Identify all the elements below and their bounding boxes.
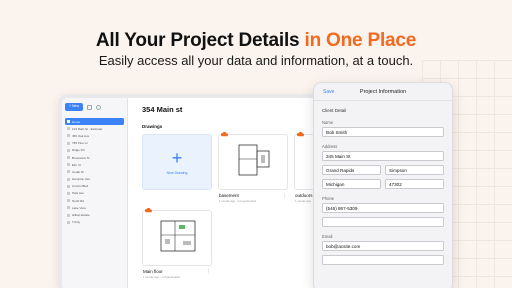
- folder-icon: [67, 163, 70, 167]
- folder-icon: [67, 156, 70, 160]
- folder-icon: [67, 213, 70, 217]
- sidebar-item-label: Ridge Rd: [72, 148, 85, 153]
- zip-field[interactable]: 47302: [385, 179, 444, 189]
- settings-icon[interactable]: [96, 104, 102, 110]
- cloud-upload-icon: [297, 132, 304, 137]
- name-label: Name: [322, 120, 334, 125]
- sidebar-item[interactable]: Lake View: [65, 204, 124, 211]
- sidebar-item[interactable]: Lincoln Blvd: [65, 183, 124, 190]
- sidebar-item[interactable]: Ridge Rd: [65, 147, 124, 154]
- folder-icon: [67, 177, 70, 181]
- cloud-upload-icon: [221, 132, 228, 137]
- sidebar-item-label: Hilltop Estate: [72, 213, 90, 218]
- headline-accent: in One Place: [304, 30, 417, 51]
- name-field[interactable]: Bob Smith: [322, 127, 444, 137]
- folder-icon: [67, 184, 70, 188]
- drawing-card-basement[interactable]: basement 1 minute ago · not geolocated ⋮: [218, 132, 288, 203]
- folder-icon: [67, 206, 70, 210]
- new-drawing-label: New Drawing: [166, 171, 188, 175]
- sidebar-item-label: Park Ave: [72, 191, 84, 196]
- sidebar-item[interactable]: 789 Pine Ln: [65, 140, 124, 147]
- sidebar-item-label: 789 Pine Ln: [72, 141, 89, 146]
- sidebar-item-label: Hampton Ave: [72, 177, 90, 182]
- sidebar-item[interactable]: Hilltop Estate: [65, 211, 124, 218]
- sidebar-item-label: Cedar Dr: [72, 169, 85, 174]
- panel-title: Project Information: [359, 88, 407, 95]
- sidebar-item[interactable]: Home: [65, 118, 124, 126]
- sidebar-item-label: Lake View: [72, 205, 86, 210]
- sidebar-item[interactable]: North Rd: [65, 197, 124, 204]
- page-headline: All Your Project Details in One Place: [0, 30, 512, 52]
- sidebar-item[interactable]: Trinity: [65, 219, 124, 226]
- save-button[interactable]: Save: [323, 89, 334, 95]
- sidebar-item[interactable]: Elm Ct: [65, 161, 124, 168]
- sidebar-item-label: 456 Oak Ave: [72, 133, 90, 138]
- state-field[interactable]: Michigan: [322, 179, 381, 189]
- sidebar-item[interactable]: Cedar Dr: [65, 168, 124, 175]
- sidebar-item-label: North Rd: [72, 198, 85, 203]
- address-label: Address: [322, 144, 338, 149]
- folder-icon: [67, 127, 70, 131]
- card-name: basement: [219, 193, 239, 198]
- phone-label: Phone: [322, 196, 335, 201]
- email-field-secondary[interactable]: [322, 255, 444, 265]
- email-label: Email: [322, 234, 333, 239]
- more-options-icon[interactable]: ⋮: [282, 193, 287, 199]
- folder-icon: [67, 170, 70, 174]
- page-subtitle: Easily access all your data and informat…: [98, 53, 414, 68]
- drawing-card-main-floor[interactable]: Main floor 1 minute ago · not geolocated…: [142, 208, 212, 279]
- card-meta: 1 minute ago · not geolocated: [143, 275, 181, 279]
- folder-icon: [67, 148, 70, 152]
- street-field[interactable]: 345 Main St: [322, 151, 444, 161]
- plus-icon: +: [171, 148, 183, 168]
- sidebar: + New Home 123 Main St - Estimate 456 Oak …: [62, 98, 128, 288]
- client-detail-heading: Client Detail: [322, 108, 347, 113]
- sidebar-item[interactable]: 456 Oak Ave: [65, 132, 124, 139]
- sidebar-item[interactable]: Park Ave: [65, 190, 124, 197]
- headline-main: All Your Project Details: [95, 30, 305, 51]
- folder-icon: [67, 134, 70, 138]
- phone-field-secondary[interactable]: [322, 217, 444, 227]
- sidebar-item[interactable]: 123 Main St - Estimate: [65, 125, 124, 132]
- folder-icon: [67, 220, 70, 224]
- sidebar-project-list: Home 123 Main St - Estimate 456 Oak Ave 789…: [65, 118, 124, 226]
- sidebar-item[interactable]: Hampton Ave: [65, 176, 124, 183]
- sidebar-item[interactable]: Brookview St: [65, 154, 124, 161]
- county-field[interactable]: Simpson: [385, 165, 444, 175]
- sidebar-item-label: Trinity: [72, 220, 81, 225]
- drawings-section-label: Drawings: [142, 124, 163, 129]
- sidebar-item-label: Brookview St: [72, 155, 90, 160]
- folder-icon: [67, 120, 70, 124]
- more-options-icon[interactable]: ⋮: [206, 269, 211, 275]
- panel-header: Save Project Information: [314, 83, 452, 101]
- sidebar-item-label: Elm Ct: [72, 162, 81, 167]
- floor-plan-thumbnail: [160, 220, 196, 252]
- city-field[interactable]: Grand Rapids: [322, 165, 381, 175]
- sidebar-item-label: Lincoln Blvd: [72, 184, 89, 189]
- new-project-button[interactable]: + New: [65, 103, 84, 111]
- folder-icon: [67, 199, 70, 203]
- folder-icon: [67, 141, 70, 145]
- new-drawing-card[interactable]: + New Drawing: [142, 134, 212, 190]
- phone-field[interactable]: (546) 867-5309: [322, 203, 444, 213]
- card-name: outdoors: [295, 193, 313, 198]
- floor-plan-thumbnail: [238, 144, 270, 176]
- card-meta: 1 minute ago · not geolocated: [219, 199, 257, 203]
- email-field[interactable]: bob@acsite.com: [322, 241, 444, 251]
- project-information-panel: Save Project Information Client Detail N…: [313, 82, 453, 288]
- card-name: Main floor: [143, 269, 163, 274]
- sidebar-item-label: 123 Main St - Estimate: [72, 126, 103, 131]
- cloud-upload-icon: [145, 208, 152, 213]
- sidebar-item-label: Home: [72, 119, 81, 124]
- folder-icon: [67, 191, 70, 195]
- project-title: 354 Main st: [142, 105, 183, 114]
- filter-icon[interactable]: [87, 104, 93, 110]
- card-meta: 1 minute ago: [295, 199, 312, 203]
